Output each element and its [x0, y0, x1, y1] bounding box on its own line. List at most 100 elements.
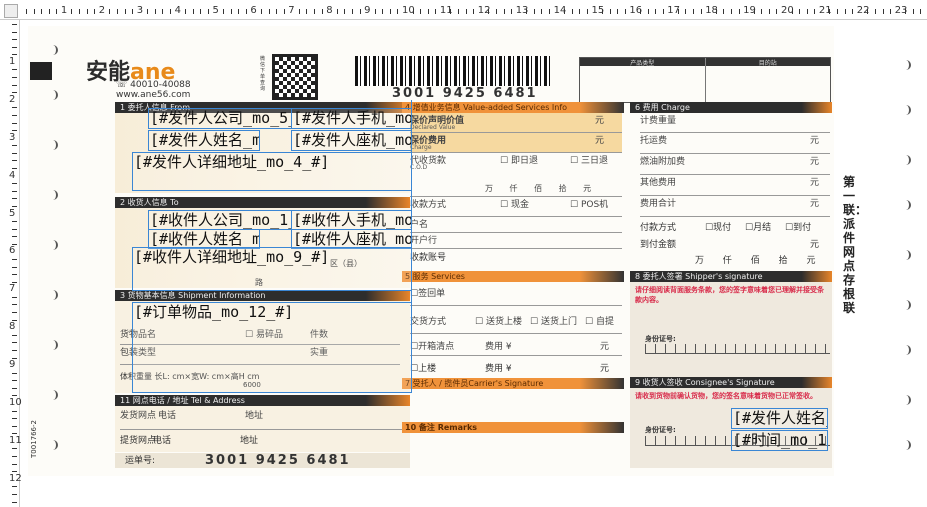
- ruler-label: 8: [326, 5, 333, 16]
- field-sender-address[interactable]: [#发件人详细地址_mo_4_#]: [132, 152, 412, 191]
- ruler-tick: [12, 304, 17, 306]
- ruler-tick: [12, 39, 17, 41]
- ruler-tick: [586, 9, 588, 14]
- upstairs-checkbox[interactable]: ☐上楼: [410, 364, 436, 374]
- receipt-checkbox[interactable]: ☐签回单: [410, 282, 622, 306]
- ruler-tick: [12, 107, 17, 109]
- barcode: [355, 56, 550, 86]
- field-time[interactable]: [#时间_mo_13_#]: [731, 430, 828, 451]
- ruler-label: 8: [9, 321, 16, 333]
- ruler-tick: [761, 9, 763, 14]
- other-fee-label: 其他费用: [640, 178, 677, 188]
- ruler-tick: [617, 9, 619, 14]
- ruler-tick: [541, 9, 543, 14]
- ruler-tick: [260, 9, 262, 14]
- ruler-tick: [192, 9, 194, 14]
- perforation-hole: [905, 155, 911, 165]
- ruler-tick: [12, 349, 17, 351]
- ruler-tick: [56, 9, 58, 14]
- qr-code-icon: [272, 54, 318, 100]
- prepaid-checkbox[interactable]: ☐现付: [705, 220, 731, 233]
- delivery-mode-label: 交货方式: [410, 317, 447, 327]
- door-delivery-checkbox[interactable]: ☐ 送货上门: [530, 314, 577, 327]
- ruler-label: 1: [9, 55, 16, 67]
- ruler-tick: [533, 9, 535, 14]
- field-receiver-address[interactable]: [#收件人详细地址_mo_9_#]: [132, 247, 412, 291]
- field-sender-mobile[interactable]: [#发件人手机_mo_#]: [291, 108, 412, 129]
- ruler-tick: [12, 183, 17, 185]
- field-consignee-name[interactable]: [#发件人姓名_mo_#]: [731, 408, 828, 429]
- ruler-tick: [94, 9, 96, 14]
- field-receiver-mobile[interactable]: [#收件人手机_mo_#]: [291, 210, 412, 230]
- ruler-tick: [276, 9, 278, 14]
- ruler-label: 5: [212, 5, 219, 16]
- section-services: 5 服务 Services: [402, 271, 624, 282]
- same-day-checkbox[interactable]: ☐ 即日退: [500, 153, 538, 166]
- ruler-tick: [12, 274, 17, 276]
- ruler-tick: [647, 9, 649, 14]
- horizontal-ruler[interactable]: 1 2 3 4 5 6 7 8 9 10 11 12 13 14 15 16 17 18 19 20 21 22 23: [0, 0, 927, 20]
- perforation-hole: [905, 440, 911, 450]
- ruler-label: 10: [9, 397, 22, 408]
- ruler-tick: [905, 9, 907, 14]
- chargeable-weight-label: 计费重量: [640, 113, 830, 133]
- ruler-tick: [207, 9, 209, 14]
- ruler-tick: [874, 9, 876, 14]
- ruler-tick: [397, 9, 399, 14]
- freight-label: 托运费: [640, 136, 668, 146]
- field-receiver-name[interactable]: [#收件人姓名_mo_#]: [148, 229, 260, 249]
- origin-label: 发货网点: [120, 411, 157, 421]
- ruler-label: 6: [9, 245, 16, 257]
- monthly-checkbox[interactable]: ☐月结: [745, 220, 771, 233]
- ruler-tick: [867, 9, 869, 14]
- field-order-items[interactable]: [#订单物品_mo_12_#]: [132, 302, 412, 393]
- black-marker: [30, 62, 52, 80]
- section-value-added: 4 增值业务信息 Value-added Services Info: [402, 102, 624, 113]
- ruler-tick: [662, 9, 664, 14]
- three-day-checkbox[interactable]: ☐ 三日退: [570, 153, 608, 166]
- ruler-tick: [602, 9, 604, 14]
- ruler-tick: [12, 501, 17, 503]
- ruler-tick: [12, 448, 17, 450]
- field-receiver-landline[interactable]: [#收件人座机_mo_#]: [291, 229, 412, 249]
- ruler-tick: [116, 9, 118, 14]
- ruler-tick: [321, 9, 323, 14]
- ruler-tick: [12, 425, 17, 427]
- ruler-tick: [12, 410, 17, 412]
- ruler-tick: [791, 9, 793, 14]
- pos-checkbox[interactable]: ☐ POS机: [570, 197, 608, 210]
- ruler-tick: [389, 9, 391, 14]
- field-sender-name[interactable]: [#发件人姓名_mo_#]: [148, 130, 260, 151]
- section-remarks: 10 备注 Remarks: [402, 422, 624, 433]
- charge-area: 计费重量 托运费元 燃油附加费元 其他费用元 费用合计元 付款方式 ☐现付 ☐月结 ☐…: [640, 113, 830, 273]
- ruler-tick: [920, 9, 922, 14]
- vertical-ruler[interactable]: 1 2 3 4 5 6 7 8 9 10 11 12: [0, 20, 22, 507]
- ruler-tick: [154, 9, 156, 14]
- website: www.ane56.com: [116, 90, 191, 100]
- yuan-label: 元: [595, 116, 605, 126]
- amount-units: 万 仟 佰 拾 元: [695, 256, 816, 266]
- field-sender-landline[interactable]: [#发件人座机_mo_#]: [291, 130, 412, 151]
- ruler-tick: [12, 69, 17, 71]
- ruler-tick: [12, 463, 17, 465]
- collect-amount-label: 到付金额: [640, 240, 677, 250]
- perforation-hole: [905, 105, 911, 115]
- unpack-checkbox[interactable]: ☐开箱清点: [410, 342, 454, 352]
- yuan-label: 元: [810, 178, 820, 188]
- ruler-tick: [738, 9, 740, 14]
- ruler-tick: [12, 493, 17, 495]
- field-sender-company[interactable]: [#发件人公司_mo_5_#]: [148, 108, 292, 129]
- ruler-tick: [351, 9, 353, 14]
- self-pickup-checkbox[interactable]: ☐ 自提: [585, 314, 614, 327]
- yuan-label: 元: [810, 199, 820, 209]
- field-receiver-company[interactable]: [#收件人公司_mo_1_#]: [148, 210, 292, 230]
- insurance-charge-en-label: Charge: [410, 144, 432, 151]
- perforation-hole: [905, 395, 911, 405]
- ruler-tick: [564, 9, 566, 14]
- section-tel-address: 11 网点电话 / 地址 Tel & Address: [115, 395, 410, 406]
- collect-checkbox[interactable]: ☐到付: [785, 220, 811, 233]
- upstairs-delivery-checkbox[interactable]: ☐ 送货上楼: [475, 314, 522, 327]
- yuan-label: 元: [810, 240, 820, 250]
- ruler-label: 2: [9, 93, 16, 105]
- cash-checkbox[interactable]: ☐ 现金: [500, 197, 529, 210]
